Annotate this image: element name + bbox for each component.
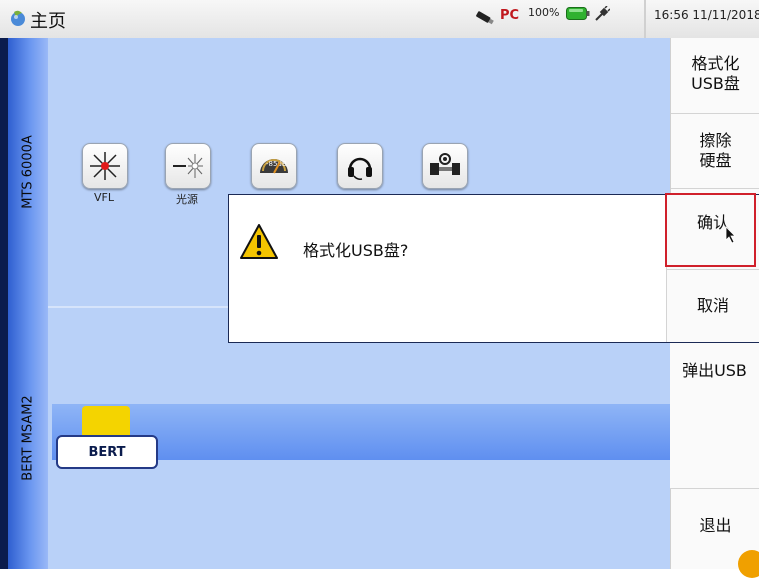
dialog-message: 格式化USB盘?	[303, 241, 409, 260]
light-source-icon[interactable]	[165, 143, 211, 189]
bert-button[interactable]: BERT	[56, 435, 158, 469]
topbar-separator	[644, 0, 646, 38]
top-bar: 主页 PC 100% 16:56 11/11/2018	[0, 0, 759, 39]
clock: 16:56 11/11/2018	[654, 8, 759, 22]
pc-connection-icon: PC	[500, 8, 520, 23]
cancel-button[interactable]: 取消	[667, 269, 759, 343]
exit-label: 退出	[699, 516, 732, 535]
tool-label-light-source: 光源	[176, 193, 198, 206]
tool-label-vfl: VFL	[94, 191, 114, 204]
corner-decoration	[738, 550, 759, 578]
format-usb-line1: 格式化	[691, 54, 740, 73]
erase-disk-line1: 擦除	[699, 131, 732, 150]
confirm-highlight-box	[665, 193, 756, 267]
usb-stick-icon	[476, 11, 494, 25]
eject-usb-label: 弹出USB	[682, 361, 747, 380]
power-meter-icon[interactable]: -85dB	[251, 143, 297, 189]
module-tab-mts[interactable]: MTS 6000A	[8, 38, 48, 307]
erase-disk-line2: 硬盘	[699, 151, 732, 170]
warning-icon	[240, 224, 278, 259]
date-text: 11/11/2018	[692, 8, 759, 22]
format-usb-line2: USB盘	[691, 74, 740, 93]
eject-usb-button[interactable]: 弹出USB	[670, 343, 759, 419]
format-usb-button[interactable]: 格式化 USB盘	[671, 38, 759, 114]
cancel-label: 取消	[696, 296, 729, 315]
module-tab-bert-label: BERT MSAM2	[20, 394, 36, 481]
bert-button-label: BERT	[88, 445, 126, 460]
talkset-headset-icon[interactable]	[337, 143, 383, 189]
module-tab-mts-label: MTS 6000A	[20, 135, 36, 209]
vfl-laser-icon[interactable]	[82, 143, 128, 189]
mouse-cursor-icon	[725, 226, 736, 244]
battery-percent: 100%	[528, 6, 560, 19]
power-plug-icon	[595, 6, 610, 21]
bert-status-tab	[82, 406, 130, 436]
battery-icon	[566, 7, 590, 20]
home-icon[interactable]	[8, 8, 28, 28]
fiber-inspection-icon[interactable]	[422, 143, 468, 189]
page-title: 主页	[30, 11, 66, 32]
empty-softkey[interactable]	[670, 418, 759, 489]
erase-disk-button[interactable]: 擦除 硬盘	[671, 113, 759, 189]
time-text: 16:56	[654, 8, 689, 22]
left-edge-bar	[0, 38, 8, 569]
module-tab-bert[interactable]: BERT MSAM2	[8, 306, 48, 570]
